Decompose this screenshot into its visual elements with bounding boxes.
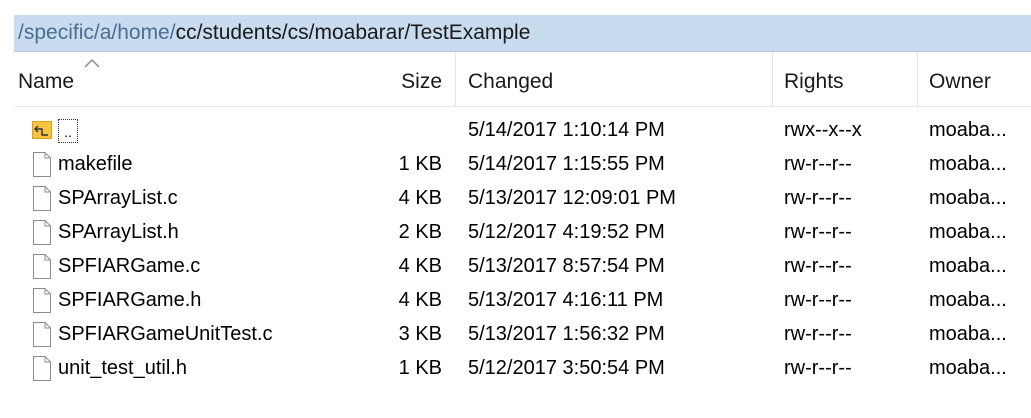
path-prefix[interactable]: /specific/a/home/ xyxy=(14,21,176,44)
list-item[interactable]: SPArrayList.c 4 KB 5/13/2017 12:09:01 PM… xyxy=(14,181,1031,215)
list-item[interactable]: makefile 1 KB 5/14/2017 1:15:55 PM rw-r-… xyxy=(14,147,1031,181)
changed-cell: 5/13/2017 4:16:11 PM xyxy=(468,289,664,311)
changed-cell: 5/12/2017 3:50:54 PM xyxy=(468,357,665,379)
list-item[interactable]: SPArrayList.h 2 KB 5/12/2017 4:19:52 PM … xyxy=(14,215,1031,249)
owner-cell: moaba... xyxy=(929,221,1007,243)
size-cell: 4 KB xyxy=(398,187,442,209)
rights-cell: rwx--x--x xyxy=(784,119,862,141)
column-divider[interactable] xyxy=(917,52,918,106)
name-cell: SPArrayList.h xyxy=(32,215,312,249)
name-cell: SPFIARGameUnitTest.c xyxy=(32,317,312,351)
changed-cell: 5/13/2017 1:56:32 PM xyxy=(468,323,665,345)
size-cell: 4 KB xyxy=(398,289,442,311)
size-cell: 3 KB xyxy=(398,323,442,345)
file-name: makefile xyxy=(58,153,133,175)
changed-cell: 5/12/2017 4:19:52 PM xyxy=(468,221,665,243)
file-list: .. 5/14/2017 1:10:14 PM rwx--x--x moaba.… xyxy=(14,113,1031,385)
column-header-owner[interactable]: Owner xyxy=(929,52,1029,106)
rights-cell: rw-r--r-- xyxy=(784,323,852,345)
column-header-name-label: Name xyxy=(18,70,75,93)
column-divider[interactable] xyxy=(772,52,773,106)
owner-cell: moaba... xyxy=(929,357,1007,379)
rights-cell: rw-r--r-- xyxy=(784,255,852,277)
name-cell: SPFIARGame.c xyxy=(32,249,312,283)
column-header-rights[interactable]: Rights xyxy=(784,52,924,106)
owner-cell: moaba... xyxy=(929,187,1007,209)
list-item[interactable]: SPFIARGame.h 4 KB 5/13/2017 4:16:11 PM r… xyxy=(14,283,1031,317)
owner-cell: moaba... xyxy=(929,289,1007,311)
file-name: SPFIARGameUnitTest.c xyxy=(58,323,273,345)
owner-cell: moaba... xyxy=(929,323,1007,345)
size-cell xyxy=(314,113,442,147)
sort-ascending-icon xyxy=(84,58,100,68)
file-icon xyxy=(33,254,51,279)
list-item[interactable]: SPFIARGame.c 4 KB 5/13/2017 8:57:54 PM r… xyxy=(14,249,1031,283)
file-panel: /specific/a/home/cc/students/cs/moabarar… xyxy=(0,0,1031,418)
path-bar[interactable]: /specific/a/home/cc/students/cs/moabarar… xyxy=(14,15,1031,52)
list-item[interactable]: SPFIARGameUnitTest.c 3 KB 5/13/2017 1:56… xyxy=(14,317,1031,351)
file-icon xyxy=(33,322,51,347)
changed-cell: 5/13/2017 8:57:54 PM xyxy=(468,255,665,277)
parent-directory-icon xyxy=(32,121,52,139)
list-item-parent-directory[interactable]: .. 5/14/2017 1:10:14 PM rwx--x--x moaba.… xyxy=(14,113,1031,147)
file-icon xyxy=(33,152,51,177)
path-rest[interactable]: cc/students/cs/moabarar/TestExample xyxy=(176,21,531,44)
owner-cell: moaba... xyxy=(929,255,1007,277)
owner-cell: moaba... xyxy=(929,119,1007,141)
file-icon xyxy=(33,186,51,211)
rights-cell: rw-r--r-- xyxy=(784,153,852,175)
name-cell: unit_test_util.h xyxy=(32,351,312,385)
file-name: SPFIARGame.h xyxy=(58,289,202,311)
column-header-size[interactable]: Size xyxy=(314,52,442,106)
file-icon xyxy=(33,356,51,381)
name-cell: SPFIARGame.h xyxy=(32,283,312,317)
file-icon xyxy=(33,288,51,313)
rights-cell: rw-r--r-- xyxy=(784,289,852,311)
size-cell: 4 KB xyxy=(398,255,442,277)
file-name: SPArrayList.h xyxy=(58,221,179,243)
changed-cell: 5/13/2017 12:09:01 PM xyxy=(468,187,676,209)
rights-cell: rw-r--r-- xyxy=(784,187,852,209)
name-cell: makefile xyxy=(32,147,312,181)
file-name: SPFIARGame.c xyxy=(58,255,201,277)
file-icon xyxy=(33,220,51,245)
changed-cell: 5/14/2017 1:15:55 PM xyxy=(468,153,665,175)
list-item[interactable]: unit_test_util.h 1 KB 5/12/2017 3:50:54 … xyxy=(14,351,1031,385)
column-header-row: Name Size Changed Rights Owner xyxy=(14,52,1031,107)
name-cell: SPArrayList.c xyxy=(32,181,312,215)
column-header-changed[interactable]: Changed xyxy=(468,52,758,106)
changed-cell: 5/14/2017 1:10:14 PM xyxy=(468,119,665,141)
file-name: unit_test_util.h xyxy=(58,357,187,379)
column-header-name[interactable]: Name xyxy=(18,52,298,106)
size-cell: 1 KB xyxy=(398,357,442,379)
name-cell: .. xyxy=(32,113,312,147)
owner-cell: moaba... xyxy=(929,153,1007,175)
file-name: SPArrayList.c xyxy=(58,187,178,209)
parent-directory-label: .. xyxy=(58,119,78,143)
column-divider[interactable] xyxy=(455,52,456,106)
rights-cell: rw-r--r-- xyxy=(784,221,852,243)
rights-cell: rw-r--r-- xyxy=(784,357,852,379)
size-cell: 1 KB xyxy=(398,153,442,175)
size-cell: 2 KB xyxy=(398,221,442,243)
